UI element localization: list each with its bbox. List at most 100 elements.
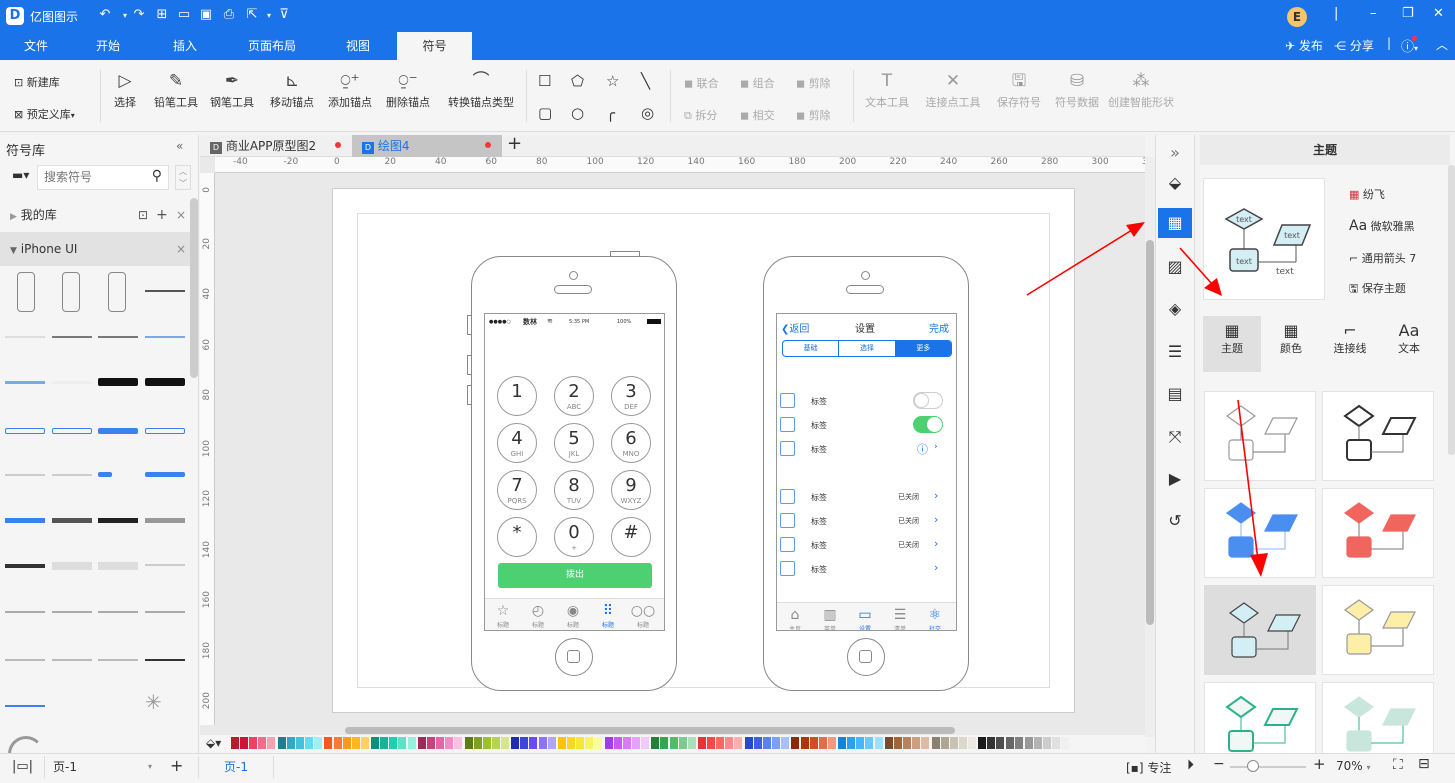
fit-width-icon[interactable]: ⊟ — [1418, 756, 1430, 772]
color-swatch[interactable] — [698, 737, 706, 749]
symbol-thumbnail[interactable] — [52, 611, 92, 613]
row-checkbox[interactable] — [780, 489, 795, 504]
color-swatch[interactable] — [791, 737, 800, 749]
tab-page-layout[interactable]: 页面布局 — [240, 32, 304, 60]
dialer-tab-item[interactable]: ⠿ 标题 — [593, 602, 623, 629]
color-swatch[interactable] — [314, 737, 323, 749]
close-library-icon[interactable]: × — [176, 232, 186, 266]
tab-symbol[interactable]: 符号 — [397, 32, 472, 60]
theme-icon[interactable]: ▦ — [1158, 208, 1192, 238]
color-swatch[interactable] — [482, 737, 491, 749]
color-swatch[interactable] — [426, 737, 435, 749]
color-swatch[interactable] — [436, 737, 444, 749]
arc-shape-icon[interactable]: ╭ — [606, 104, 615, 122]
tab-view[interactable]: 视图 — [336, 32, 380, 60]
color-swatch[interactable] — [473, 737, 482, 749]
color-swatch[interactable] — [856, 737, 865, 749]
new-tab-button[interactable]: + — [507, 133, 522, 154]
settings-tab-item[interactable]: ⌂ 主页 — [780, 606, 810, 630]
symbol-thumbnail[interactable] — [52, 428, 92, 434]
back-button[interactable]: ❮返回 — [781, 320, 809, 335]
color-swatch[interactable] — [389, 737, 398, 749]
text-tool-button[interactable]: T 文本工具 — [862, 68, 912, 110]
page-list-icon[interactable]: ☰ — [1158, 337, 1192, 367]
pen-tool-button[interactable]: ✒ 钢笔工具 — [206, 68, 258, 110]
expand-panel-icon[interactable]: » — [1158, 138, 1192, 168]
row-checkbox[interactable] — [780, 513, 795, 528]
symbol-thumbnail[interactable] — [52, 562, 92, 570]
theme-tab-connector[interactable]: ⌐ 连接线 — [1321, 316, 1379, 372]
color-swatch[interactable] — [538, 737, 547, 749]
color-swatch[interactable] — [762, 737, 771, 749]
library-scrollbar[interactable] — [190, 198, 198, 378]
share-button[interactable]: ⋲ 分享 — [1334, 37, 1374, 54]
color-swatch[interactable] — [342, 737, 351, 749]
symbol-thumbnail[interactable] — [98, 518, 138, 523]
settings-row[interactable]: 标签 — [777, 392, 956, 410]
symbol-thumbnail[interactable] — [52, 336, 92, 338]
symbol-thumbnail[interactable] — [5, 705, 45, 707]
keypad-key[interactable]: 4 GHI — [497, 423, 537, 463]
color-swatch[interactable] — [491, 737, 500, 749]
color-swatch[interactable] — [669, 737, 678, 749]
color-swatch[interactable] — [687, 737, 696, 749]
intersect-button[interactable]: ◼ 相交 — [740, 107, 775, 123]
dialer-tab-item[interactable]: ○○ 标题 — [628, 602, 658, 629]
color-swatch[interactable] — [753, 737, 762, 749]
close-library-icon[interactable]: × — [176, 198, 186, 232]
color-swatch[interactable] — [716, 737, 725, 749]
color-swatch[interactable] — [893, 737, 902, 749]
color-swatch[interactable] — [305, 737, 313, 749]
symbol-thumbnail[interactable] — [145, 659, 185, 661]
symbol-data-button[interactable]: ⛁ 符号数据 — [1050, 68, 1104, 110]
symbol-thumbnail[interactable] — [145, 518, 185, 523]
restore-icon[interactable]: ❐ — [1402, 6, 1414, 21]
rounded-rect-shape-icon[interactable]: ▢ — [538, 104, 552, 122]
library-menu-icon[interactable]: ▬▾ — [12, 168, 29, 182]
rectangle-shape-icon[interactable]: ☐ — [538, 72, 551, 90]
help-button[interactable]: ⓘ ▾ — [1401, 36, 1418, 55]
color-swatch[interactable] — [613, 737, 622, 749]
settings-row[interactable]: 标签 已关闭 › — [777, 536, 956, 554]
search-input[interactable] — [38, 166, 138, 188]
color-swatch[interactable] — [576, 737, 585, 749]
add-icon[interactable]: + — [156, 198, 168, 232]
color-swatch[interactable] — [1043, 737, 1052, 749]
theme-option[interactable] — [1204, 585, 1316, 675]
symbol-thumbnail[interactable] — [145, 611, 185, 613]
keypad-key[interactable]: 7 PQRS — [497, 470, 537, 510]
color-swatch[interactable] — [398, 737, 407, 749]
symbol-thumbnail[interactable] — [98, 611, 138, 613]
color-swatch[interactable] — [847, 737, 856, 749]
row-checkbox[interactable] — [780, 561, 795, 576]
settings-row[interactable]: 标签 已关闭 › — [777, 488, 956, 506]
theme-tab-theme[interactable]: ▦ 主题 — [1203, 316, 1261, 372]
puzzle-icon[interactable]: ▤ — [1158, 379, 1192, 409]
color-swatch[interactable] — [651, 737, 660, 749]
collapse-panel-icon[interactable]: « — [176, 139, 183, 153]
my-library-row[interactable]: ▶ 我的库 ⊡ + × — [0, 198, 190, 232]
symbol-thumbnail[interactable] — [5, 518, 45, 523]
pentagon-shape-icon[interactable]: ⬠ — [571, 72, 584, 90]
color-swatch[interactable] — [884, 737, 893, 749]
symbol-thumbnail[interactable] — [145, 472, 185, 477]
symbol-thumbnail[interactable] — [5, 336, 45, 338]
color-swatch[interactable] — [678, 737, 687, 749]
fragment-button[interactable]: ◼ 剪除 — [796, 107, 831, 123]
play-icon[interactable]: ⏵ — [1187, 757, 1194, 773]
symbol-thumbnail[interactable] — [98, 428, 138, 434]
color-swatch[interactable] — [454, 737, 463, 749]
keypad-key[interactable]: 1 — [497, 376, 537, 416]
color-swatch[interactable] — [1005, 737, 1014, 749]
row-checkbox[interactable] — [780, 393, 795, 408]
color-swatch[interactable] — [707, 737, 716, 749]
color-swatch[interactable] — [417, 737, 426, 749]
user-avatar[interactable]: E — [1287, 7, 1307, 27]
layers-icon[interactable]: ◈ — [1158, 294, 1192, 324]
symbol-thumbnail[interactable] — [145, 564, 185, 566]
color-swatch[interactable] — [1034, 737, 1042, 749]
color-swatch[interactable] — [874, 737, 883, 749]
scroll-library-buttons[interactable]: ︿ ﹀ — [175, 165, 191, 190]
convert-anchor-button[interactable]: ⌒ 转换锚点类型 — [438, 68, 524, 110]
collapse-ribbon-icon[interactable]: ︿ — [1436, 36, 1448, 53]
